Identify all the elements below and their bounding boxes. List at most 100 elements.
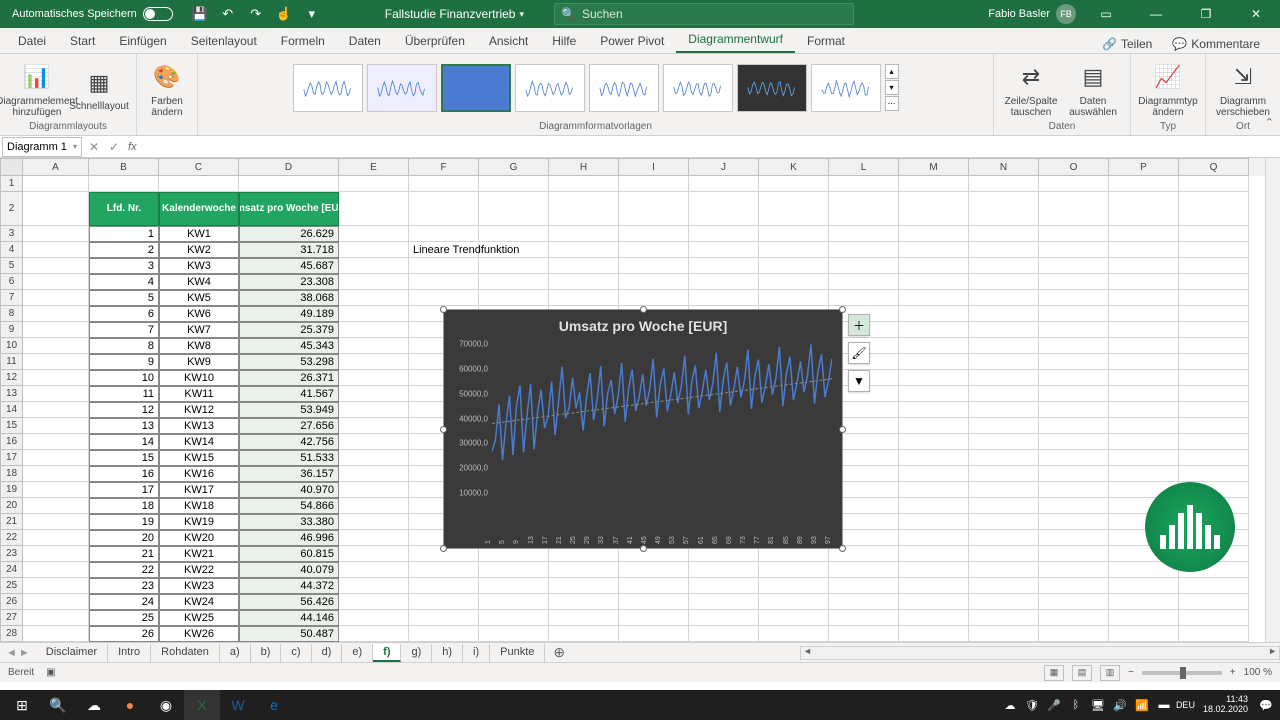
- chart-style-4[interactable]: [515, 64, 585, 112]
- cell-L7[interactable]: [829, 290, 899, 306]
- sheet-tab-h[interactable]: h): [432, 644, 463, 662]
- cell-P16[interactable]: [1109, 434, 1179, 450]
- cell-D8[interactable]: 49.189: [239, 306, 339, 322]
- cell-A25[interactable]: [23, 578, 89, 594]
- column-header-M[interactable]: M: [899, 158, 969, 176]
- cell-Q6[interactable]: [1179, 274, 1249, 290]
- row-header-20[interactable]: 20: [0, 498, 23, 514]
- cell-H26[interactable]: [549, 594, 619, 610]
- cell-C12[interactable]: KW10: [159, 370, 239, 386]
- cell-B21[interactable]: 19: [89, 514, 159, 530]
- resize-handle[interactable]: [640, 545, 647, 552]
- column-header-F[interactable]: F: [409, 158, 479, 176]
- sheet-tab-i[interactable]: i): [463, 644, 490, 662]
- tray-defender-icon[interactable]: 🛡: [1022, 690, 1042, 720]
- cell-N23[interactable]: [969, 546, 1039, 562]
- cell-E11[interactable]: [339, 354, 409, 370]
- cell-B5[interactable]: 3: [89, 258, 159, 274]
- cell-D16[interactable]: 42.756: [239, 434, 339, 450]
- cell-O8[interactable]: [1039, 306, 1109, 322]
- cell-D7[interactable]: 38.068: [239, 290, 339, 306]
- collapse-ribbon-icon[interactable]: ⌃: [1265, 116, 1274, 129]
- cell-C7[interactable]: KW5: [159, 290, 239, 306]
- cell-K27[interactable]: [759, 610, 829, 626]
- chart-style-8[interactable]: [811, 64, 881, 112]
- chart-plot-area[interactable]: [492, 344, 832, 518]
- cell-K5[interactable]: [759, 258, 829, 274]
- comments-button[interactable]: 💬 Kommentare: [1166, 35, 1266, 53]
- resize-handle[interactable]: [839, 426, 846, 433]
- resize-handle[interactable]: [640, 306, 647, 313]
- cell-O17[interactable]: [1039, 450, 1109, 466]
- ribbon-options-icon[interactable]: ▭: [1086, 0, 1126, 28]
- cell-O18[interactable]: [1039, 466, 1109, 482]
- cell-E3[interactable]: [339, 226, 409, 242]
- cell-F28[interactable]: [409, 626, 479, 642]
- chart-style-5[interactable]: [589, 64, 659, 112]
- cell-N28[interactable]: [969, 626, 1039, 642]
- cell-M25[interactable]: [899, 578, 969, 594]
- cell-E2[interactable]: [339, 192, 409, 226]
- column-header-E[interactable]: E: [339, 158, 409, 176]
- cell-N7[interactable]: [969, 290, 1039, 306]
- cell-O21[interactable]: [1039, 514, 1109, 530]
- normal-view-button[interactable]: ▦: [1044, 665, 1064, 681]
- cell-N9[interactable]: [969, 322, 1039, 338]
- cancel-formula-icon[interactable]: ✕: [84, 137, 104, 157]
- column-header-K[interactable]: K: [759, 158, 829, 176]
- sheet-nav-next-icon[interactable]: ►: [19, 647, 30, 659]
- cell-M4[interactable]: [899, 242, 969, 258]
- cell-O5[interactable]: [1039, 258, 1109, 274]
- cell-A7[interactable]: [23, 290, 89, 306]
- cell-J6[interactable]: [689, 274, 759, 290]
- cell-F26[interactable]: [409, 594, 479, 610]
- embedded-chart[interactable]: Umsatz pro Woche [EUR] 10000,020000,0300…: [443, 309, 843, 549]
- cell-G6[interactable]: [479, 274, 549, 290]
- cell-D24[interactable]: 40.079: [239, 562, 339, 578]
- cell-G25[interactable]: [479, 578, 549, 594]
- qat-more-icon[interactable]: ▾: [299, 2, 325, 26]
- cell-D23[interactable]: 60.815: [239, 546, 339, 562]
- horizontal-scrollbar[interactable]: [800, 646, 1280, 660]
- tab-formeln[interactable]: Formeln: [269, 30, 337, 53]
- cell-O16[interactable]: [1039, 434, 1109, 450]
- cell-N13[interactable]: [969, 386, 1039, 402]
- cell-A3[interactable]: [23, 226, 89, 242]
- chart-elements-button[interactable]: ＋: [848, 314, 870, 336]
- redo-icon[interactable]: ↷: [243, 2, 269, 26]
- cell-J7[interactable]: [689, 290, 759, 306]
- cell-G27[interactable]: [479, 610, 549, 626]
- taskbar-app-icon[interactable]: ☁: [76, 690, 112, 720]
- tab-power pivot[interactable]: Power Pivot: [588, 30, 676, 53]
- sheet-tab-d[interactable]: d): [312, 644, 343, 662]
- cell-M9[interactable]: [899, 322, 969, 338]
- sheet-tab-g[interactable]: g): [401, 644, 432, 662]
- cell-L24[interactable]: [829, 562, 899, 578]
- cell-I25[interactable]: [619, 578, 689, 594]
- cell-N22[interactable]: [969, 530, 1039, 546]
- cell-P13[interactable]: [1109, 386, 1179, 402]
- cell-Q13[interactable]: [1179, 386, 1249, 402]
- zoom-slider[interactable]: [1142, 671, 1222, 675]
- cell-F1[interactable]: [409, 176, 479, 192]
- taskbar-edge-icon[interactable]: e: [256, 690, 292, 720]
- cell-D12[interactable]: 26.371: [239, 370, 339, 386]
- cell-D18[interactable]: 36.157: [239, 466, 339, 482]
- cell-F4[interactable]: Lineare Trendfunktion: [409, 242, 479, 258]
- zoom-in-button[interactable]: +: [1230, 667, 1236, 678]
- cell-Q7[interactable]: [1179, 290, 1249, 306]
- cell-N27[interactable]: [969, 610, 1039, 626]
- cell-N8[interactable]: [969, 306, 1039, 322]
- cell-I2[interactable]: [619, 192, 689, 226]
- column-header-I[interactable]: I: [619, 158, 689, 176]
- cell-P5[interactable]: [1109, 258, 1179, 274]
- cell-O1[interactable]: [1039, 176, 1109, 192]
- column-header-L[interactable]: L: [829, 158, 899, 176]
- cell-D4[interactable]: 31.718: [239, 242, 339, 258]
- search-taskbar-icon[interactable]: 🔍: [40, 690, 76, 720]
- cell-E19[interactable]: [339, 482, 409, 498]
- cell-C16[interactable]: KW14: [159, 434, 239, 450]
- cell-B26[interactable]: 24: [89, 594, 159, 610]
- page-layout-view-button[interactable]: ▤: [1072, 665, 1092, 681]
- cell-N24[interactable]: [969, 562, 1039, 578]
